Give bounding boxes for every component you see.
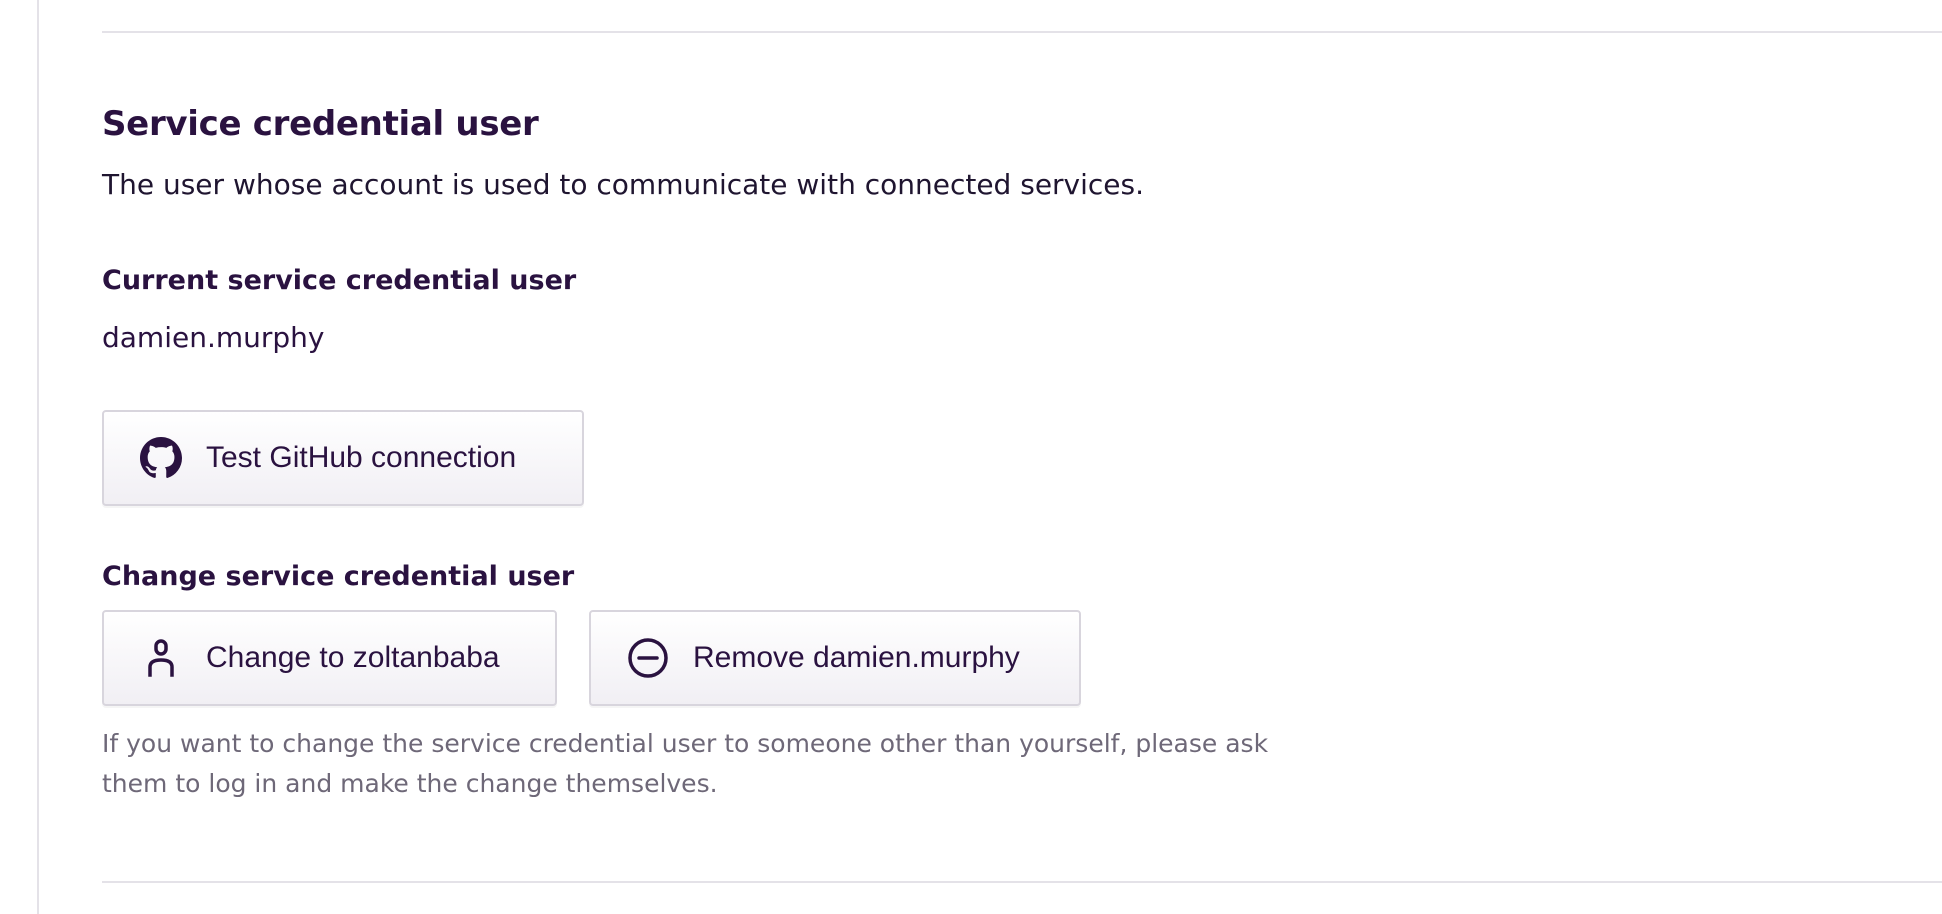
remove-user-button[interactable]: Remove damien.murphy: [589, 610, 1081, 706]
current-user-value: damien.murphy: [102, 321, 325, 354]
github-icon: [140, 437, 182, 479]
change-user-hint: If you want to change the service creden…: [102, 729, 1269, 798]
test-github-connection-button[interactable]: Test GitHub connection: [102, 410, 584, 506]
change-user-label-text: Change to zoltanbaba: [206, 641, 500, 674]
section-divider-top: [102, 31, 1942, 33]
remove-user-label-text: Remove damien.murphy: [693, 641, 1020, 674]
user-icon: [140, 637, 182, 679]
section-divider-bottom: [102, 881, 1942, 883]
test-github-connection-label: Test GitHub connection: [206, 441, 517, 474]
change-user-label: Change service credential user: [102, 561, 575, 592]
minus-circle-icon: [627, 637, 669, 679]
change-user-button[interactable]: Change to zoltanbaba: [102, 610, 557, 706]
current-user-label: Current service credential user: [102, 265, 577, 296]
left-border: [37, 0, 39, 914]
section-title: Service credential user: [102, 104, 539, 144]
section-description: The user whose account is used to commun…: [102, 168, 1145, 201]
